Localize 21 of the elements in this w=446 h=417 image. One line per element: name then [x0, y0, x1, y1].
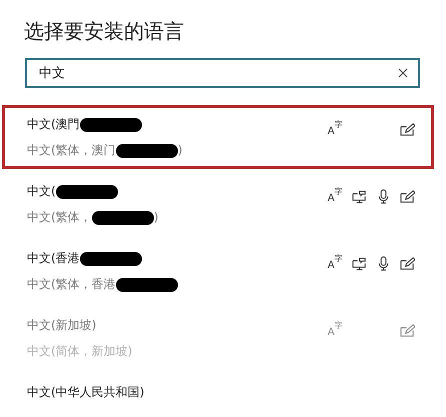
- monitor-speech-icon: [352, 256, 366, 270]
- search-field[interactable]: 中文: [25, 58, 420, 88]
- language-detail: 中文(繁体，: [27, 209, 92, 226]
- language-detail: 中文(繁体，澳门: [27, 142, 116, 159]
- pen-icon: [400, 256, 414, 270]
- close-icon[interactable]: [398, 68, 408, 78]
- language-item[interactable]: 中文(中华人民共和国): [2, 373, 434, 417]
- page-title: 选择要安装的语言: [24, 18, 184, 45]
- language-detail: ): [154, 209, 158, 226]
- language-detail: ): [178, 142, 182, 159]
- pen-icon: [400, 322, 414, 338]
- language-name: 中文(中华人民共和国): [27, 384, 144, 401]
- language-name: 中文(: [27, 183, 56, 200]
- language-name: 中文(新加坡): [27, 317, 96, 334]
- language-name: 中文(香港: [27, 250, 80, 267]
- language-detail: 中文(简体，新加坡): [27, 343, 132, 360]
- pen-icon: [400, 188, 414, 204]
- monitor-speech-icon: [352, 188, 366, 204]
- language-detail: 中文(繁体，香港: [27, 276, 116, 293]
- pen-icon: [400, 122, 414, 136]
- language-name: 中文(澳門: [27, 116, 80, 133]
